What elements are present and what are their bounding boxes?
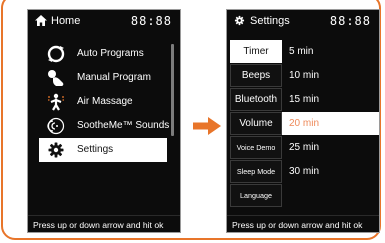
home-screen: Home 88:88 Auto Programs Manual Program (27, 9, 181, 233)
auto-programs-icon (47, 45, 65, 63)
timer-option-10-min[interactable]: 10 min (282, 64, 379, 87)
tab-language[interactable]: Language (230, 184, 282, 207)
menu-item-air-massage[interactable]: Air Massage (39, 90, 167, 114)
manual-program-icon (48, 70, 64, 86)
menu-item-auto-programs[interactable]: Auto Programs (39, 42, 167, 66)
tab-bluetooth[interactable]: Bluetooth (230, 88, 282, 111)
menu-item-settings[interactable]: Settings (39, 138, 167, 162)
menu-label-settings: Settings (77, 144, 114, 155)
home-clock: 88:88 (130, 14, 172, 28)
air-massage-icon (48, 93, 64, 111)
home-footer-hint: Press up or down arrow and hit ok (28, 215, 180, 232)
timer-option-30-min[interactable]: 30 min (282, 160, 379, 183)
home-title: Home (51, 15, 81, 27)
settings-screen: Settings 88:88 Timer Beeps Bluetooth Vol… (226, 9, 380, 233)
tab-volume[interactable]: Volume (230, 112, 282, 135)
settings-clock: 88:88 (329, 14, 371, 28)
tab-beeps[interactable]: Beeps (230, 64, 282, 87)
tab-sleep-mode[interactable]: Sleep Mode (230, 160, 282, 183)
timer-option-20-min[interactable]: 20 min (282, 112, 379, 135)
settings-top-bar: Settings 88:88 (227, 10, 379, 32)
settings-title: Settings (250, 15, 290, 27)
settings-gear-icon (48, 142, 64, 158)
timer-option-15-min[interactable]: 15 min (282, 88, 379, 111)
timer-option-5-min[interactable]: 5 min (282, 40, 379, 63)
home-icon (35, 15, 47, 26)
tab-timer[interactable]: Timer (230, 40, 282, 63)
menu-label-air-massage: Air Massage (77, 96, 133, 107)
timer-option-25-min[interactable]: 25 min (282, 136, 379, 159)
home-scrollbar[interactable] (171, 44, 174, 136)
home-menu: Auto Programs Manual Program Air Massage (39, 42, 170, 162)
tab-voice-demo[interactable]: Voice Demo (230, 136, 282, 159)
menu-item-manual-program[interactable]: Manual Program (39, 66, 167, 90)
gear-icon (234, 15, 245, 26)
menu-label-auto-programs: Auto Programs (77, 48, 144, 59)
menu-label-manual-program: Manual Program (77, 72, 151, 83)
menu-label-soothe-sounds: SootheMe™ Sounds (77, 120, 170, 131)
timer-values-list: 5 min 10 min 15 min 20 min 25 min 30 min (282, 40, 379, 184)
menu-item-soothe-sounds[interactable]: SootheMe™ Sounds (39, 114, 170, 138)
settings-footer-hint: Press up or down arrow and hit ok (227, 215, 379, 232)
home-top-bar: Home 88:88 (28, 10, 180, 32)
right-arrow-icon (193, 117, 221, 135)
soothe-sounds-icon (47, 117, 65, 135)
settings-tabs: Timer Beeps Bluetooth Volume Voice Demo … (230, 40, 282, 208)
